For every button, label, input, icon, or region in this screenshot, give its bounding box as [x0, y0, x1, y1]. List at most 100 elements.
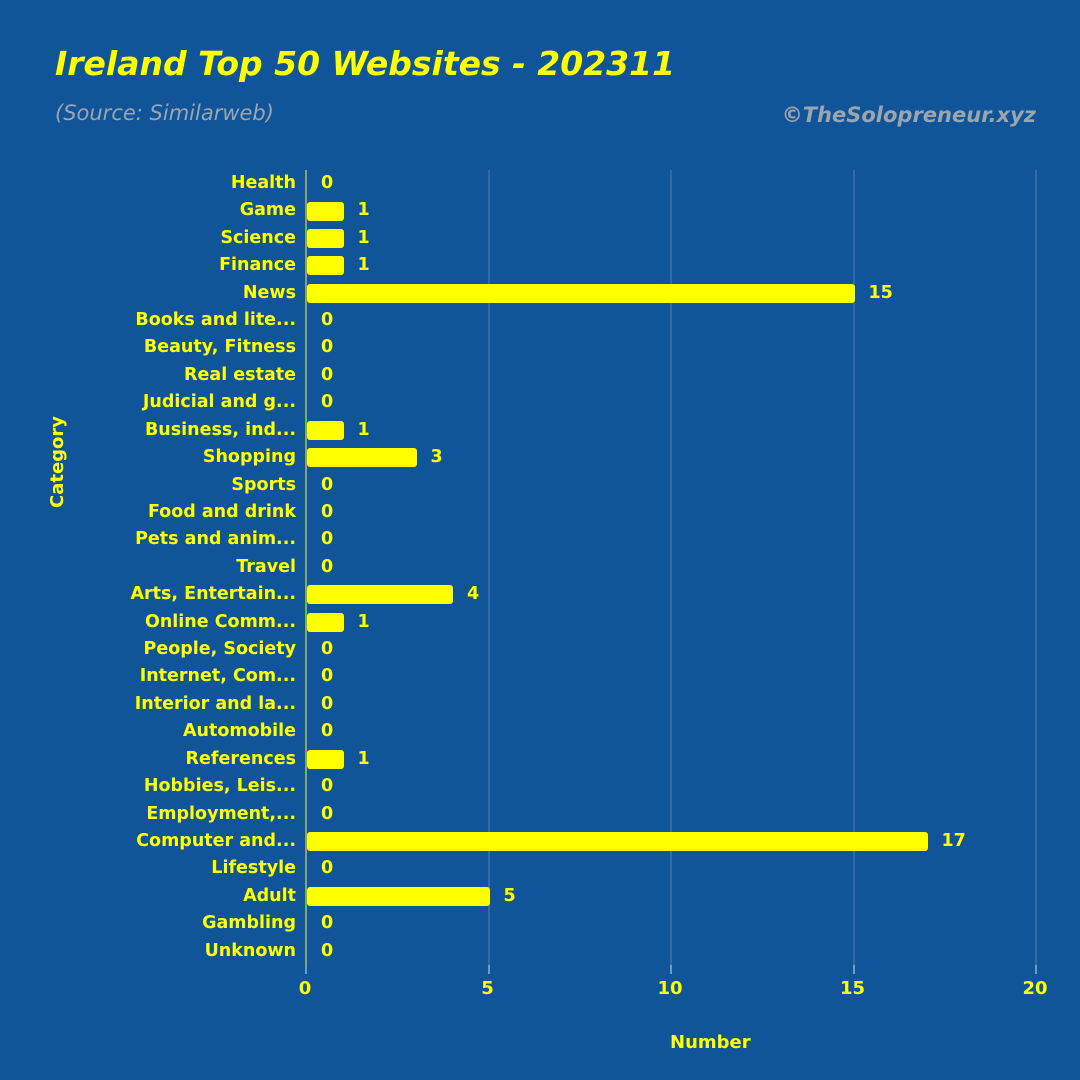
- category-label: Science: [220, 227, 296, 248]
- x-axis-tick-label: 15: [839, 978, 866, 999]
- category-label: Computer and...: [136, 830, 296, 851]
- x-axis-tick-label: 0: [298, 978, 312, 999]
- category-label: News: [242, 282, 296, 303]
- bar-row: Travel 0: [236, 554, 1035, 581]
- bar-value-label: 17: [941, 830, 966, 851]
- bar-row: Books and lite... 0: [135, 307, 1035, 334]
- bar-row: References 1: [186, 746, 1035, 773]
- bar-value-label: 0: [321, 173, 334, 193]
- bar-row: Food and drink 0: [148, 499, 1035, 526]
- bar-value-label: 4: [467, 584, 480, 605]
- bar-row: Unknown 0: [205, 938, 1035, 965]
- bar-value-label: 15: [868, 282, 893, 303]
- x-axis-tick-mark: [852, 965, 855, 974]
- bar: [307, 201, 344, 221]
- x-axis-tick-label: 5: [481, 978, 494, 999]
- bar-value-label: 3: [430, 447, 443, 468]
- chart-source-subtitle: (Source: Similarweb): [55, 101, 274, 125]
- x-axis-tick-mark: [305, 965, 307, 974]
- category-label: Employment,...: [146, 803, 296, 824]
- y-axis-title: Category: [47, 415, 68, 508]
- bar-value-label: 0: [321, 392, 334, 413]
- chart-container: Ireland Top 50 Websites - 202311 (Source…: [0, 0, 1080, 1080]
- bar-value-label: 0: [321, 803, 334, 824]
- x-axis-tick-mark: [487, 965, 490, 974]
- bar-row: Game 1: [240, 197, 1035, 224]
- bar-value-label: 1: [357, 748, 370, 769]
- category-label: Online Comm...: [144, 611, 296, 632]
- plot-area: 0 5 10 15 20 Number Health 0 Game 1 Science 1 Financ…: [130, 170, 1048, 1053]
- bar-value-label: 0: [321, 310, 334, 331]
- bar-row: Hobbies, Leis... 0: [144, 773, 1035, 800]
- bar-row: Automobile 0: [183, 718, 1035, 745]
- bar-row: Pets and anim... 0: [135, 526, 1035, 553]
- bar-value-label: 0: [321, 721, 334, 742]
- bar-value-label: 0: [321, 693, 334, 714]
- bar-row: People, Society 0: [144, 636, 1035, 663]
- category-label: Health: [230, 173, 296, 193]
- bar-row: Computer and... 17: [136, 828, 1035, 855]
- bar: [307, 283, 855, 303]
- bar-value-label: 0: [321, 337, 334, 358]
- category-label: Interior and la...: [134, 693, 296, 714]
- category-label: Shopping: [202, 447, 296, 468]
- category-label: Travel: [236, 556, 296, 577]
- bar-row: Health 0: [231, 170, 1035, 197]
- bar-row: Science 1: [220, 225, 1035, 252]
- bar-value-label: 0: [321, 913, 334, 934]
- x-axis-tick-label: 20: [1022, 978, 1048, 999]
- bar-row: Internet, Com... 0: [140, 663, 1035, 690]
- category-label: Food and drink: [147, 501, 296, 522]
- category-label: Business, ind...: [144, 419, 296, 440]
- bar-value-label: 1: [357, 419, 370, 440]
- bar: [307, 749, 344, 769]
- bar-value-label: 0: [321, 639, 334, 660]
- category-label: Sports: [231, 474, 296, 495]
- attribution-watermark: ©TheSolopreneur.xyz: [781, 103, 1036, 127]
- bar-row: Shopping 3: [203, 444, 1035, 471]
- bar-row: Adult 5: [243, 883, 1035, 910]
- bar-row: Lifestyle 0: [211, 855, 1035, 882]
- page-title: Ireland Top 50 Websites - 202311: [55, 44, 676, 83]
- bar-row: Business, ind... 1: [145, 417, 1035, 444]
- bar: [307, 585, 453, 605]
- x-axis-tick-mark: [670, 965, 672, 974]
- category-label: Unknown: [204, 940, 296, 961]
- category-label: Arts, Entertain...: [130, 584, 296, 605]
- bar-row: News 15: [243, 280, 1035, 307]
- gridline: [1035, 170, 1037, 965]
- bar-value-label: 0: [321, 666, 334, 687]
- bar: [307, 886, 490, 906]
- category-label: References: [185, 748, 296, 769]
- bar-value-label: 1: [357, 200, 370, 221]
- bar-value-label: 5: [503, 885, 516, 906]
- bar-value-label: 0: [321, 364, 334, 385]
- bar-row: Beauty, Fitness 0: [144, 334, 1035, 361]
- category-label: Finance: [219, 255, 296, 276]
- x-axis-tick-label: 10: [657, 978, 683, 999]
- bar: [307, 612, 344, 632]
- category-label: Hobbies, Leis...: [143, 776, 296, 797]
- bar-value-label: 0: [321, 556, 334, 577]
- bar-row: Judicial and g... 0: [143, 389, 1035, 416]
- bar-row: Online Comm... 1: [145, 609, 1035, 636]
- bar-row: Real estate 0: [184, 362, 1035, 389]
- bar-value-label: 1: [357, 227, 370, 248]
- bar: [307, 448, 417, 468]
- bar: [307, 229, 344, 249]
- category-label: Real estate: [184, 364, 296, 385]
- category-label: Automobile: [182, 721, 296, 742]
- bar-row: Gambling 0: [202, 910, 1035, 937]
- category-label: Lifestyle: [211, 858, 296, 879]
- category-label: Pets and anim...: [135, 529, 296, 550]
- bar-value-label: 0: [321, 474, 334, 495]
- bar-value-label: 1: [357, 611, 370, 632]
- bar-row: Interior and la... 0: [135, 691, 1035, 718]
- category-label: Judicial and g...: [142, 392, 296, 413]
- bar: [307, 832, 928, 852]
- bar-row: Sports 0: [231, 472, 1035, 499]
- x-axis-tick-mark: [1035, 965, 1037, 974]
- category-label: Beauty, Fitness: [143, 337, 296, 358]
- category-label: Adult: [243, 885, 296, 906]
- category-label: Internet, Com...: [139, 666, 296, 687]
